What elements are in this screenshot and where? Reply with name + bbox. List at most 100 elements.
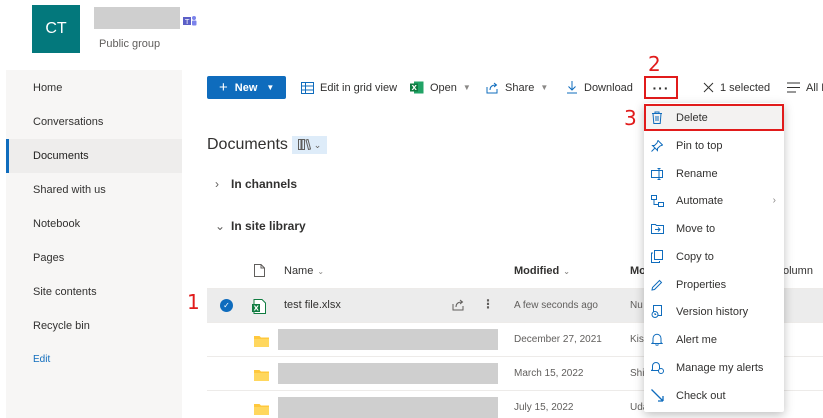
selected-count-label: 1 selected xyxy=(720,81,771,94)
menu-item-label: Alert me xyxy=(676,333,717,346)
file-name[interactable]: test file.xlsx xyxy=(284,299,341,311)
menu-item-label: Rename xyxy=(676,167,718,180)
bell-icon xyxy=(651,333,669,346)
copy-icon xyxy=(651,250,669,263)
menu-item-rename[interactable]: Rename xyxy=(644,160,784,187)
nav-edit-link[interactable]: Edit xyxy=(6,343,182,377)
automate-icon xyxy=(651,194,669,207)
page-title: Documents xyxy=(207,136,288,153)
menu-item-automate[interactable]: Automate › xyxy=(644,187,784,214)
nav-item-site-contents[interactable]: Site contents xyxy=(6,275,182,309)
menu-item-properties[interactable]: Properties xyxy=(644,271,784,298)
command-bar: + New ▼ Edit in grid view X Open ▼ Share… xyxy=(182,70,823,104)
trash-icon xyxy=(651,111,669,124)
menu-item-check-out[interactable]: Check out xyxy=(644,382,784,409)
download-button[interactable]: Download xyxy=(566,76,633,99)
column-header-label: Name xyxy=(284,265,314,277)
history-icon xyxy=(651,305,669,318)
column-header-add-column[interactable]: olumn xyxy=(783,265,813,277)
rename-icon xyxy=(651,167,669,180)
chevron-right-icon: › xyxy=(772,195,776,206)
open-button-label: Open xyxy=(430,81,457,94)
manage-alerts-icon xyxy=(651,361,669,374)
share-icon[interactable] xyxy=(452,298,465,316)
download-button-label: Download xyxy=(584,81,633,94)
group-type-label: Public group xyxy=(99,38,161,50)
library-view-button[interactable]: ⌄ xyxy=(292,136,327,154)
modified-by: Nu xyxy=(630,300,643,311)
step-label-2: 2 xyxy=(648,52,661,76)
chevron-down-icon: ⌄ xyxy=(317,267,325,276)
menu-item-label: Check out xyxy=(676,389,726,402)
column-header-name[interactable]: Name ⌄ xyxy=(284,265,324,277)
excel-icon: X xyxy=(410,81,424,94)
nav-item-home[interactable]: Home xyxy=(6,71,182,105)
menu-item-move-to[interactable]: Move to xyxy=(644,215,784,242)
share-button[interactable]: Share ▼ xyxy=(486,76,548,99)
nav-item-recycle-bin[interactable]: Recycle bin xyxy=(6,309,182,343)
checkmark-icon[interactable]: ✓ xyxy=(220,299,233,312)
close-icon xyxy=(703,82,714,93)
library-icon xyxy=(297,138,311,152)
folder-icon xyxy=(254,402,269,418)
chevron-down-icon: ⌄ xyxy=(313,139,322,150)
more-actions-menu: Delete Pin to top Rename Automate › Move… xyxy=(644,103,784,412)
nav-item-notebook[interactable]: Notebook xyxy=(6,207,182,241)
move-icon xyxy=(651,223,669,235)
modified-date: July 15, 2022 xyxy=(514,402,574,413)
site-avatar[interactable]: CT xyxy=(32,5,80,53)
chevron-down-icon: ▼ xyxy=(462,83,471,92)
menu-item-label: Delete xyxy=(676,111,708,124)
site-header: CT T Public group xyxy=(0,0,823,68)
folder-icon xyxy=(254,368,269,386)
pencil-icon xyxy=(651,279,669,291)
section-in-site-library[interactable]: ⌄ In site library xyxy=(215,219,306,233)
menu-item-label: Pin to top xyxy=(676,139,723,152)
clear-selection-button[interactable]: 1 selected xyxy=(703,76,770,99)
modified-date: December 27, 2021 xyxy=(514,334,602,345)
file-name-redacted xyxy=(278,397,498,418)
nav-item-conversations[interactable]: Conversations xyxy=(6,105,182,139)
nav-item-documents[interactable]: Documents xyxy=(6,139,182,173)
chevron-down-icon: ▼ xyxy=(266,83,275,92)
view-options-button[interactable]: All D xyxy=(787,76,823,99)
section-label: In channels xyxy=(231,177,298,191)
grid-icon xyxy=(301,81,314,94)
file-name-redacted xyxy=(278,329,498,350)
nav-item-shared-with-us[interactable]: Shared with us xyxy=(6,173,182,207)
open-button[interactable]: X Open ▼ xyxy=(410,76,471,99)
section-in-channels[interactable]: › In channels xyxy=(215,177,297,191)
column-header-label: Modified xyxy=(514,265,560,277)
excel-file-icon: X xyxy=(252,299,266,319)
menu-item-copy-to[interactable]: Copy to xyxy=(644,243,784,270)
menu-item-manage-my-alerts[interactable]: Manage my alerts xyxy=(644,354,784,381)
menu-item-version-history[interactable]: Version history xyxy=(644,298,784,325)
step-label-3: 3 xyxy=(624,106,637,130)
file-type-icon[interactable] xyxy=(254,264,265,282)
chevron-right-icon: › xyxy=(215,177,219,191)
svg-text:X: X xyxy=(412,84,418,92)
chevron-down-icon: ⌄ xyxy=(215,219,226,233)
chevron-down-icon: ⌄ xyxy=(563,267,570,276)
view-options-label: All D xyxy=(806,81,823,94)
edit-grid-view-label: Edit in grid view xyxy=(320,81,398,94)
menu-item-label: Automate xyxy=(676,194,724,207)
new-button-label: New xyxy=(234,81,258,94)
pin-icon xyxy=(651,139,669,152)
menu-item-pin-to-top[interactable]: Pin to top xyxy=(644,132,784,159)
section-label: In site library xyxy=(231,219,306,233)
teams-icon[interactable]: T xyxy=(183,14,197,26)
menu-item-alert-me[interactable]: Alert me xyxy=(644,326,784,353)
file-name-redacted xyxy=(278,363,498,384)
new-button[interactable]: + New ▼ xyxy=(207,76,286,99)
edit-grid-view-button[interactable]: Edit in grid view xyxy=(301,76,397,99)
nav-item-pages[interactable]: Pages xyxy=(6,241,182,275)
more-vertical-icon[interactable]: ⋮ xyxy=(482,297,494,311)
menu-item-delete[interactable]: Delete xyxy=(644,104,784,131)
left-navigation: Home Conversations Documents Shared with… xyxy=(6,70,182,418)
list-icon xyxy=(787,82,800,93)
plus-icon: + xyxy=(219,79,228,96)
more-actions-button[interactable]: ··· xyxy=(644,76,678,99)
modified-date: A few seconds ago xyxy=(514,300,598,311)
column-header-modified[interactable]: Modified ⌄ xyxy=(514,265,570,277)
